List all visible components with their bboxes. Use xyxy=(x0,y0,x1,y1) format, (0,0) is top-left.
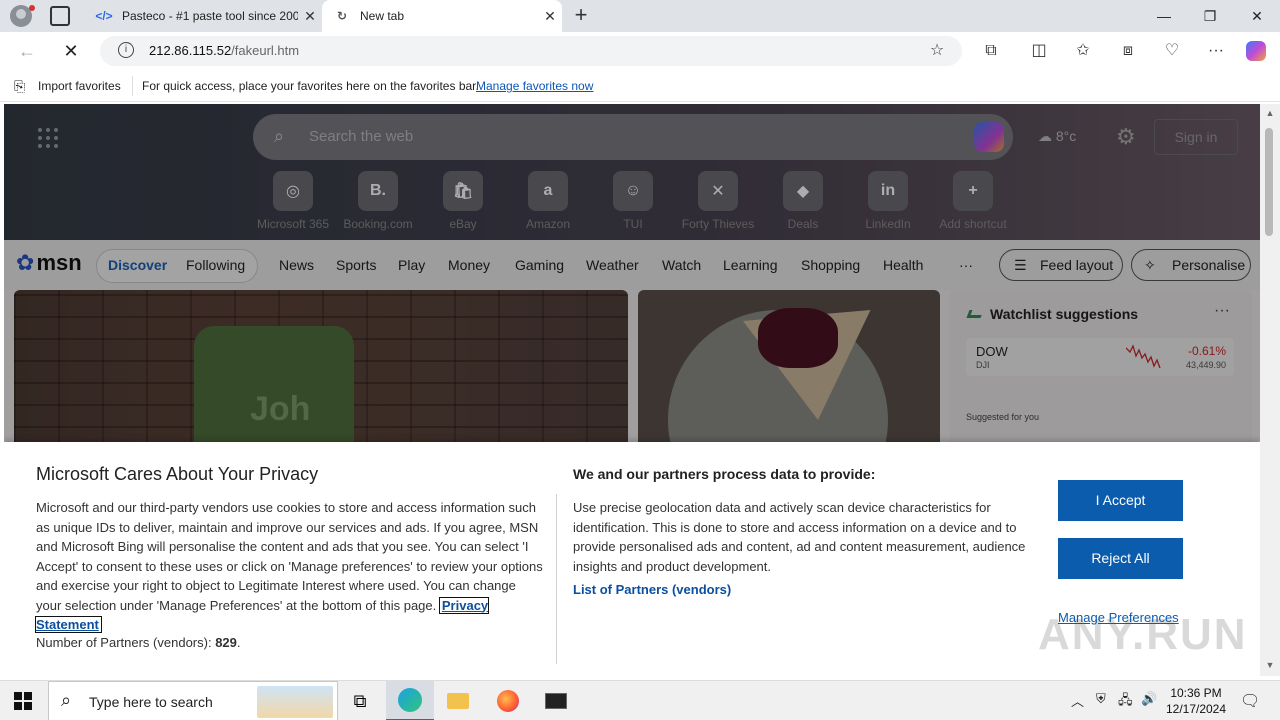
url-path: /fakeurl.htm xyxy=(231,43,300,58)
clock-time: 10:36 PM xyxy=(1170,686,1222,700)
scroll-up-icon[interactable]: ▲ xyxy=(1264,108,1276,118)
tab-strip: </> Pasteco - #1 paste tool since 200 ✕ … xyxy=(0,0,1280,32)
firefox-icon[interactable] xyxy=(484,681,532,720)
vendors-label: Number of Partners (vendors): xyxy=(36,635,212,650)
tab-pasteco[interactable]: </> Pasteco - #1 paste tool since 200 ✕ xyxy=(84,0,322,32)
browser-essentials-icon[interactable]: ♡ xyxy=(1162,41,1182,61)
url-text[interactable]: 212.86.115.52/fakeurl.htm xyxy=(149,43,299,58)
security-icon[interactable]: ⛨ xyxy=(1096,691,1106,707)
favorites-message: For quick access, place your favorites h… xyxy=(142,79,479,93)
windows-taskbar: ⌕ Type here to search ⧉ ︿ ⛨ 🖧 🔊 10:36 PM… xyxy=(0,680,1280,720)
notifications-icon[interactable]: 🗨 xyxy=(1240,691,1260,711)
site-info-icon[interactable]: i xyxy=(118,42,134,58)
clock-date: 12/17/2024 xyxy=(1165,702,1227,716)
taskbar-search-box[interactable]: ⌕ Type here to search xyxy=(48,681,338,720)
partners-list-link[interactable]: List of Partners (vendors) xyxy=(573,582,731,597)
network-icon[interactable]: 🖧 xyxy=(1118,691,1133,713)
divider xyxy=(132,76,133,96)
scroll-down-icon[interactable]: ▼ xyxy=(1264,660,1276,670)
import-icon: ⎘ xyxy=(14,78,26,94)
search-highlight-image xyxy=(257,686,333,718)
data-purposes-body: Use precise geolocation data and activel… xyxy=(573,500,1026,574)
vendors-count: 829 xyxy=(215,635,237,650)
manage-favorites-link[interactable]: Manage favorites now xyxy=(476,79,593,93)
privacy-title: Microsoft Cares About Your Privacy xyxy=(36,464,319,484)
divider xyxy=(556,494,557,664)
terminal-icon[interactable] xyxy=(532,681,580,720)
file-explorer-icon[interactable] xyxy=(434,681,482,720)
tab-new-tab[interactable]: ↻ New tab ✕ xyxy=(322,0,562,32)
loading-icon: ↻ xyxy=(336,9,348,23)
url-host: 212.86.115.52 xyxy=(149,43,232,58)
stop-loading-button[interactable]: ✕ xyxy=(60,40,82,62)
tab-label: Pasteco - #1 paste tool since 200 xyxy=(122,9,298,23)
close-tab-icon[interactable]: ✕ xyxy=(298,8,322,25)
windows-start-icon[interactable] xyxy=(14,692,32,710)
taskbar-clock[interactable]: 10:36 PM 12/17/2024 xyxy=(1160,685,1232,717)
accept-button[interactable]: I Accept xyxy=(1058,480,1183,521)
manage-preferences-link[interactable]: Manage Preferences xyxy=(1058,610,1179,625)
notification-dot xyxy=(29,5,35,11)
tray-overflow-icon[interactable]: ︿ xyxy=(1071,691,1084,710)
reject-all-button[interactable]: Reject All xyxy=(1058,538,1183,579)
minimize-button[interactable]: — xyxy=(1141,0,1187,32)
privacy-consent-banner: Microsoft Cares About Your Privacy Micro… xyxy=(4,442,1260,676)
favorites-bar: ⎘ Import favorites For quick access, pla… xyxy=(0,70,1280,102)
page-content: ⌕ Search the web ☁ 8°c ⚙ Sign in ◎ Micro… xyxy=(4,104,1260,676)
close-window-button[interactable]: ✕ xyxy=(1234,0,1280,32)
search-icon: ⌕ xyxy=(61,690,72,710)
data-purposes-title: We and our partners process data to prov… xyxy=(573,466,876,482)
vendors-count-line: Number of Partners (vendors): 829. xyxy=(36,635,241,650)
collections-icon[interactable]: ⧈ xyxy=(1118,41,1138,61)
more-menu-icon[interactable]: ··· xyxy=(1206,41,1226,61)
copilot-icon[interactable] xyxy=(1246,41,1266,61)
privacy-body: Microsoft and our third-party vendors us… xyxy=(34,498,544,635)
address-row: ← ✕ i 212.86.115.52/fakeurl.htm ☆ ⧉ ◫ ✩ … xyxy=(0,32,1280,70)
tab-label: New tab xyxy=(360,9,405,23)
restore-button[interactable]: ❐ xyxy=(1187,0,1233,32)
page-scrollbar[interactable]: ▲ ▼ xyxy=(1260,104,1280,676)
edge-taskbar-icon[interactable] xyxy=(386,681,434,720)
favorites-icon[interactable]: ✩ xyxy=(1073,41,1093,61)
extensions-icon[interactable]: ⧉ xyxy=(981,41,1001,61)
modal-backdrop xyxy=(4,104,1260,444)
scroll-thumb[interactable] xyxy=(1265,128,1273,236)
close-tab-icon[interactable]: ✕ xyxy=(538,8,562,25)
task-view-icon[interactable]: ⧉ xyxy=(336,681,384,720)
privacy-body-text: Microsoft and our third-party vendors us… xyxy=(36,500,543,613)
new-tab-button[interactable]: + xyxy=(570,4,592,26)
pasteco-icon: </> xyxy=(95,9,113,23)
volume-icon[interactable]: 🔊 xyxy=(1141,691,1157,707)
back-button[interactable]: ← xyxy=(16,40,38,62)
taskbar-search-input[interactable]: Type here to search xyxy=(89,694,213,710)
import-favorites-button[interactable]: Import favorites xyxy=(38,79,121,93)
tab-actions-icon[interactable] xyxy=(50,6,70,26)
split-screen-icon[interactable]: ◫ xyxy=(1029,41,1049,61)
favorite-star-icon[interactable]: ☆ xyxy=(927,41,947,61)
